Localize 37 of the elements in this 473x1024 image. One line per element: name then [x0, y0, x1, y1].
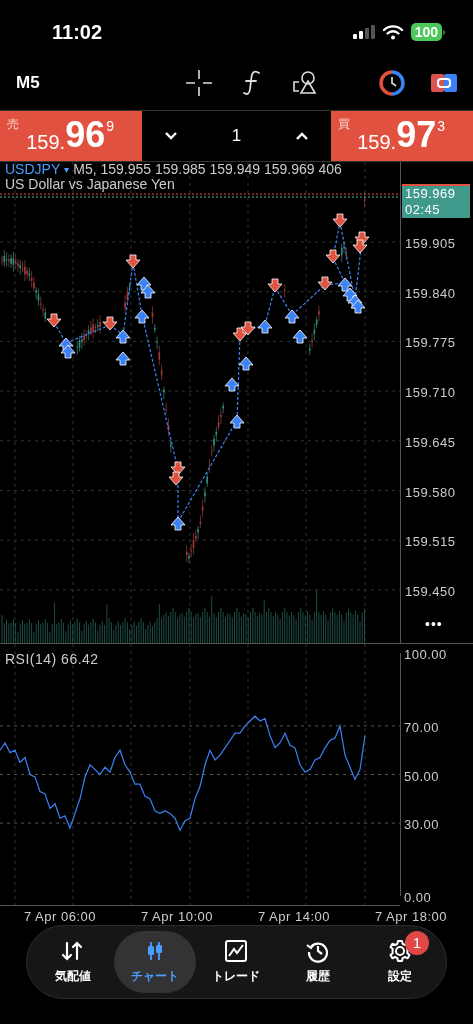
battery-icon: 100	[410, 23, 445, 41]
tab-item[interactable]: 履歴	[277, 931, 360, 993]
rsi-axis-label: 50.00	[404, 767, 440, 786]
current-price: 159.969	[405, 186, 457, 202]
price-axis-label: 159.450	[405, 582, 456, 601]
ohlc-text: M5, 159.955 159.985 159.949 159.969 406	[73, 162, 342, 177]
time-axis-label: 7 Apr 06:00	[24, 908, 96, 926]
price-axis-label: 159.905	[405, 235, 456, 253]
symbol-description: US Dollar vs Japanese Yen	[5, 177, 176, 192]
rsi-axis-label: 70.00	[404, 718, 440, 737]
volume-value[interactable]: 1	[231, 123, 242, 149]
rsi-axis-label: 0.00	[404, 889, 432, 907]
tab-item[interactable]: 気配値	[32, 931, 114, 993]
symbol-selector[interactable]: USDJPY	[5, 162, 61, 177]
price-axis-label: 159.580	[405, 483, 456, 502]
rsi-label: RSI(14) 66.42	[5, 650, 99, 669]
status-time: 11:02	[52, 20, 103, 45]
rsi-axis-label: 30.00	[404, 816, 440, 835]
price-axis-label: 159.515	[405, 533, 456, 552]
bar-countdown: 02:45	[405, 202, 442, 218]
time-axis-label: 7 Apr 10:00	[141, 908, 213, 926]
price-axis-label: 159.775	[405, 334, 456, 353]
price-axis-label: 159.840	[405, 284, 456, 303]
tab-item[interactable]: チャート	[113, 931, 196, 993]
more-button[interactable]: •••	[425, 614, 443, 635]
notification-badge: 1	[405, 931, 429, 955]
time-axis-label: 7 Apr 14:00	[258, 908, 330, 926]
tab-item[interactable]: 設定 1	[359, 931, 441, 993]
side-label: 買	[338, 116, 350, 133]
side-label: 売	[7, 116, 19, 133]
time-axis-label: 7 Apr 18:00	[375, 908, 447, 926]
timeframe-button[interactable]: M5	[16, 70, 166, 96]
price-axis-label: 159.710	[405, 384, 456, 403]
rsi-axis-label: 100.00	[404, 646, 447, 664]
caret-icon[interactable]: ▾	[64, 162, 70, 177]
price-axis-label: 159.645	[405, 433, 456, 452]
tab-item[interactable]: トレード	[195, 931, 278, 993]
